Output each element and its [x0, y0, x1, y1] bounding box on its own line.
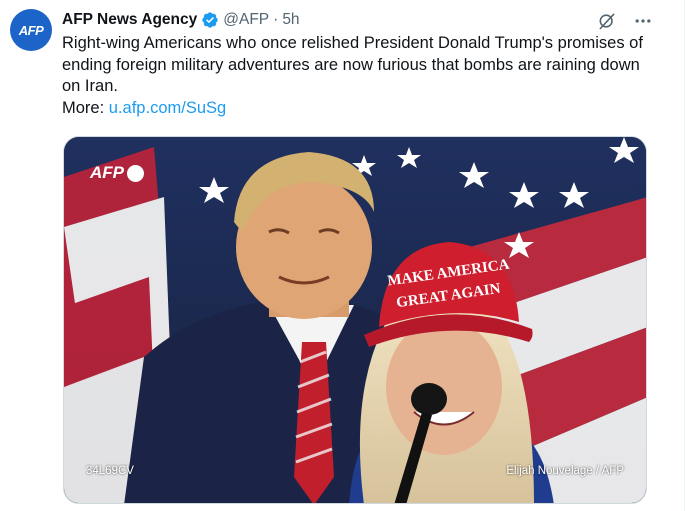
- photo-illustration: MAKE AMERICA GREAT AGAIN: [64, 137, 646, 503]
- afp-logo-circle-icon: [127, 164, 144, 182]
- avatar-text: AFP: [18, 22, 44, 38]
- verified-badge-icon[interactable]: [201, 11, 219, 29]
- more-label: More:: [62, 98, 105, 117]
- tweet-body: Right-wing Americans who once relished P…: [62, 34, 643, 96]
- account-handle[interactable]: @AFP: [223, 10, 269, 30]
- more-line: More: u.afp.com/SuSg: [62, 98, 652, 120]
- photo-credit: Elijah Nouvelage / AFP: [506, 465, 624, 477]
- tweet-text: Right-wing Americans who once relished P…: [62, 33, 652, 119]
- account-name[interactable]: AFP News Agency: [62, 10, 197, 30]
- photo-id: 34L69CV: [86, 465, 134, 477]
- avatar[interactable]: AFP: [10, 9, 52, 51]
- grok-icon[interactable]: [596, 10, 618, 32]
- tweet-top-actions: [596, 10, 654, 32]
- afp-watermark-logo: AFP: [90, 163, 144, 183]
- tweet-photo[interactable]: MAKE AMERICA GREAT AGAIN AFP 34L69CV Eli…: [63, 136, 647, 504]
- timestamp[interactable]: 5h: [282, 10, 299, 30]
- more-icon[interactable]: [632, 10, 654, 32]
- separator-dot: ·: [273, 11, 279, 28]
- tweet-header: AFP News Agency @AFP · 5h: [62, 10, 624, 30]
- tweet[interactable]: AFP AFP News Agency @AFP · 5h Right-wing…: [0, 0, 685, 511]
- afp-watermark-text: AFP: [90, 163, 124, 182]
- tweet-link[interactable]: u.afp.com/SuSg: [109, 99, 226, 117]
